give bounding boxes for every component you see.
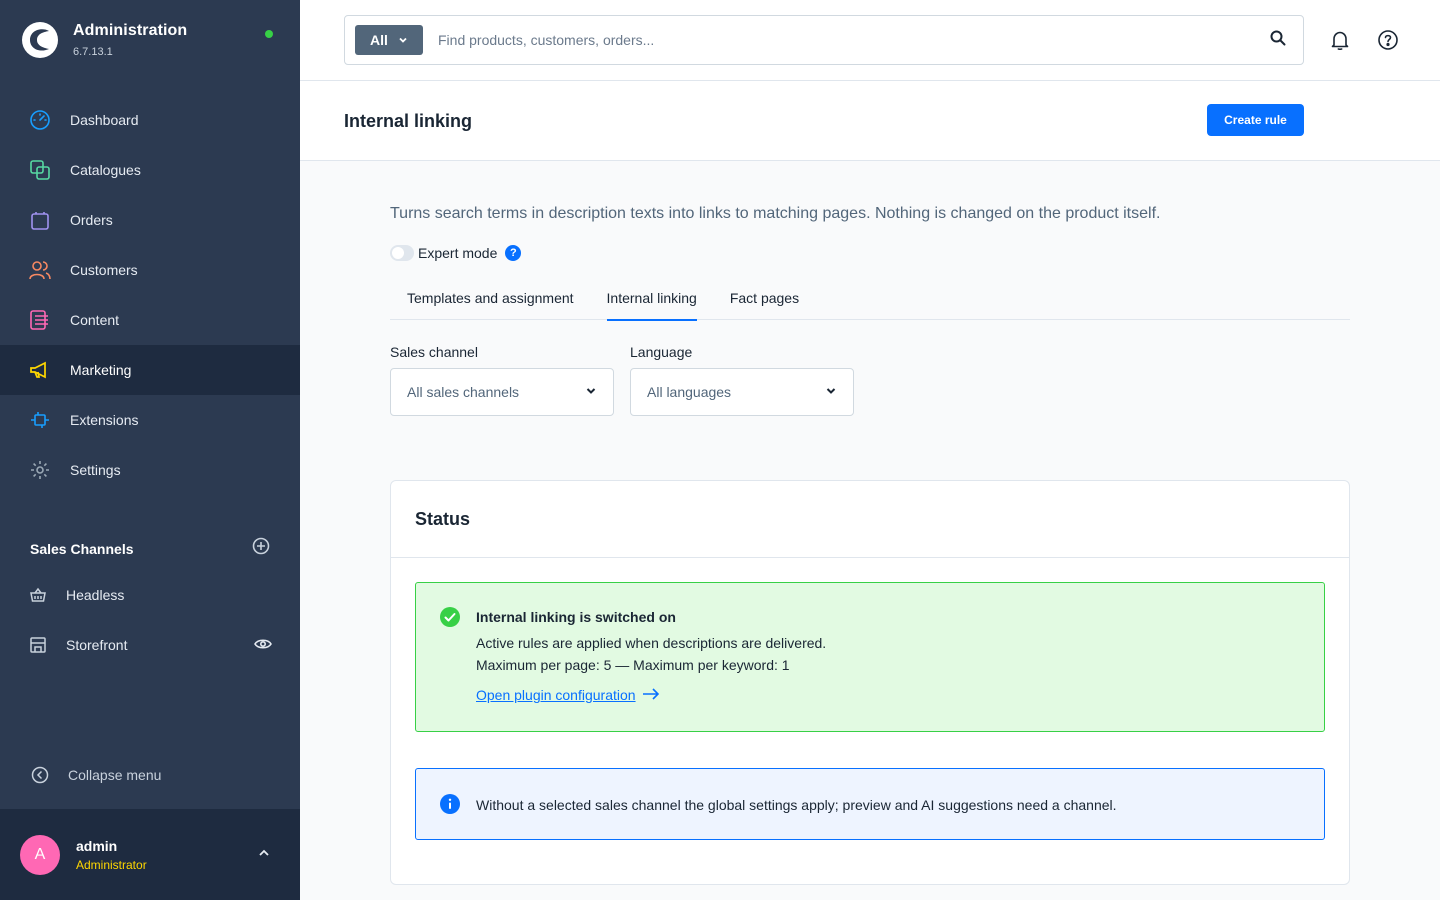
help-icon[interactable] xyxy=(1376,28,1400,52)
catalogues-icon xyxy=(28,158,52,182)
nav-item-dashboard[interactable]: Dashboard xyxy=(0,95,300,145)
intro-text: Turns search terms in description texts … xyxy=(390,205,1161,222)
info-circle-icon xyxy=(440,794,460,814)
expert-mode: Expert mode ? xyxy=(390,245,522,261)
shopware-logo xyxy=(22,22,58,58)
orders-icon xyxy=(28,208,52,232)
expert-mode-toggle[interactable] xyxy=(390,245,414,261)
info-alert: Without a selected sales channel the glo… xyxy=(415,768,1325,840)
collapse-icon xyxy=(30,765,50,785)
search-icon xyxy=(1269,29,1287,52)
nav-label: Marketing xyxy=(70,362,132,378)
sales-channel-value: All sales channels xyxy=(407,384,520,400)
collapse-menu-label: Collapse menu xyxy=(68,767,162,783)
arrow-right-icon xyxy=(642,687,660,703)
page-title: Internal linking xyxy=(344,111,473,131)
status-card-title: Status xyxy=(391,481,1349,558)
bell-icon[interactable] xyxy=(1328,28,1352,52)
info-icon[interactable]: ? xyxy=(505,245,522,261)
nav-label: Orders xyxy=(70,212,113,228)
nav-label: Settings xyxy=(70,462,121,478)
user-name: admin xyxy=(76,837,118,854)
check-circle-icon xyxy=(440,607,460,627)
tab-fact-pages[interactable]: Fact pages xyxy=(730,281,799,320)
tab-templates-and-assignment[interactable]: Templates and assignment xyxy=(407,281,574,320)
search-type-dropdown[interactable]: All xyxy=(355,25,423,55)
nav-item-extensions[interactable]: Extensions xyxy=(0,395,300,445)
language-field: Language All languages xyxy=(630,344,854,416)
eye-icon[interactable] xyxy=(254,635,272,656)
nav-label: Content xyxy=(70,312,120,328)
sidebar: Administration 6.7.13.1 Dashboard Catalo… xyxy=(0,0,300,900)
search-type-label: All xyxy=(370,32,388,48)
extensions-icon xyxy=(28,408,52,432)
nav-item-orders[interactable]: Orders xyxy=(0,195,300,245)
avatar: A xyxy=(20,834,60,875)
version-label: 6.7.13.1 xyxy=(73,46,113,58)
basket-icon xyxy=(28,583,48,607)
marketing-icon xyxy=(28,358,52,382)
page-header: Internal linking Create rule xyxy=(300,81,1440,161)
tab-bar: Templates and assignment Internal linkin… xyxy=(390,281,1350,321)
plugin-config-link-label: Open plugin configuration xyxy=(476,687,636,703)
sales-channels-list: Headless Storefront xyxy=(0,570,300,670)
sales-channel-field: Sales channel All sales channels xyxy=(390,344,614,416)
sales-channel-select[interactable]: All sales channels xyxy=(390,368,614,416)
sales-channels-title: Sales Channels xyxy=(30,540,134,557)
nav-item-catalogues[interactable]: Catalogues xyxy=(0,145,300,195)
chevron-down-icon xyxy=(585,384,597,400)
collapse-menu[interactable]: Collapse menu xyxy=(30,765,161,785)
success-alert-line: Active rules are applied when descriptio… xyxy=(476,635,827,651)
sales-channel-label: Storefront xyxy=(66,637,128,653)
nav-label: Extensions xyxy=(70,412,139,428)
language-select[interactable]: All languages xyxy=(630,368,854,416)
nav-item-customers[interactable]: Customers xyxy=(0,245,300,295)
expert-mode-label: Expert mode xyxy=(418,245,498,261)
nav-item-settings[interactable]: Settings xyxy=(0,445,300,495)
add-sales-channel-icon[interactable] xyxy=(252,537,270,560)
nav-label: Dashboard xyxy=(70,112,139,128)
main-nav: Dashboard Catalogues Orders Customers Co… xyxy=(0,95,300,495)
sales-channels-header: Sales Channels xyxy=(30,537,270,560)
chevron-down-icon xyxy=(398,32,408,48)
search-button[interactable] xyxy=(1253,16,1303,64)
language-label: Language xyxy=(630,344,693,360)
search-input[interactable] xyxy=(438,32,1253,48)
sales-channel-headless[interactable]: Headless xyxy=(0,570,300,620)
plugin-config-link[interactable]: Open plugin configuration xyxy=(476,687,660,703)
topbar: All xyxy=(300,0,1440,81)
chevron-up-icon[interactable] xyxy=(258,846,270,864)
sales-channel-label: Sales channel xyxy=(390,344,478,360)
nav-label: Customers xyxy=(70,262,138,278)
user-role: Administrator xyxy=(76,857,147,872)
create-rule-button[interactable]: Create rule xyxy=(1207,104,1304,136)
user-menu[interactable]: A admin Administrator xyxy=(0,809,300,900)
content-icon xyxy=(28,308,52,332)
chevron-down-icon xyxy=(825,384,837,400)
nav-item-marketing[interactable]: Marketing xyxy=(0,345,300,395)
success-alert-title: Internal linking is switched on xyxy=(476,609,676,625)
nav-label: Catalogues xyxy=(70,162,141,178)
success-alert: Internal linking is switched on Active r… xyxy=(415,582,1325,732)
sales-channel-label: Headless xyxy=(66,587,125,603)
sales-channel-storefront[interactable]: Storefront xyxy=(0,620,300,670)
nav-item-content[interactable]: Content xyxy=(0,295,300,345)
brand[interactable]: Administration 6.7.13.1 xyxy=(22,22,187,58)
brand-title: Administration xyxy=(73,22,188,39)
global-search: All xyxy=(344,15,1304,65)
settings-icon xyxy=(28,458,52,482)
success-alert-limits: Maximum per page: 5 — Maximum per keywor… xyxy=(476,657,790,673)
status-card: Status Internal linking is switched on A… xyxy=(390,480,1350,885)
tab-internal-linking[interactable]: Internal linking xyxy=(606,281,698,321)
customers-icon xyxy=(28,258,52,282)
dashboard-icon xyxy=(28,108,52,132)
online-status-dot xyxy=(265,30,273,38)
language-value: All languages xyxy=(647,384,732,400)
storefront-icon xyxy=(28,633,48,657)
info-alert-text: Without a selected sales channel the glo… xyxy=(476,797,1117,813)
